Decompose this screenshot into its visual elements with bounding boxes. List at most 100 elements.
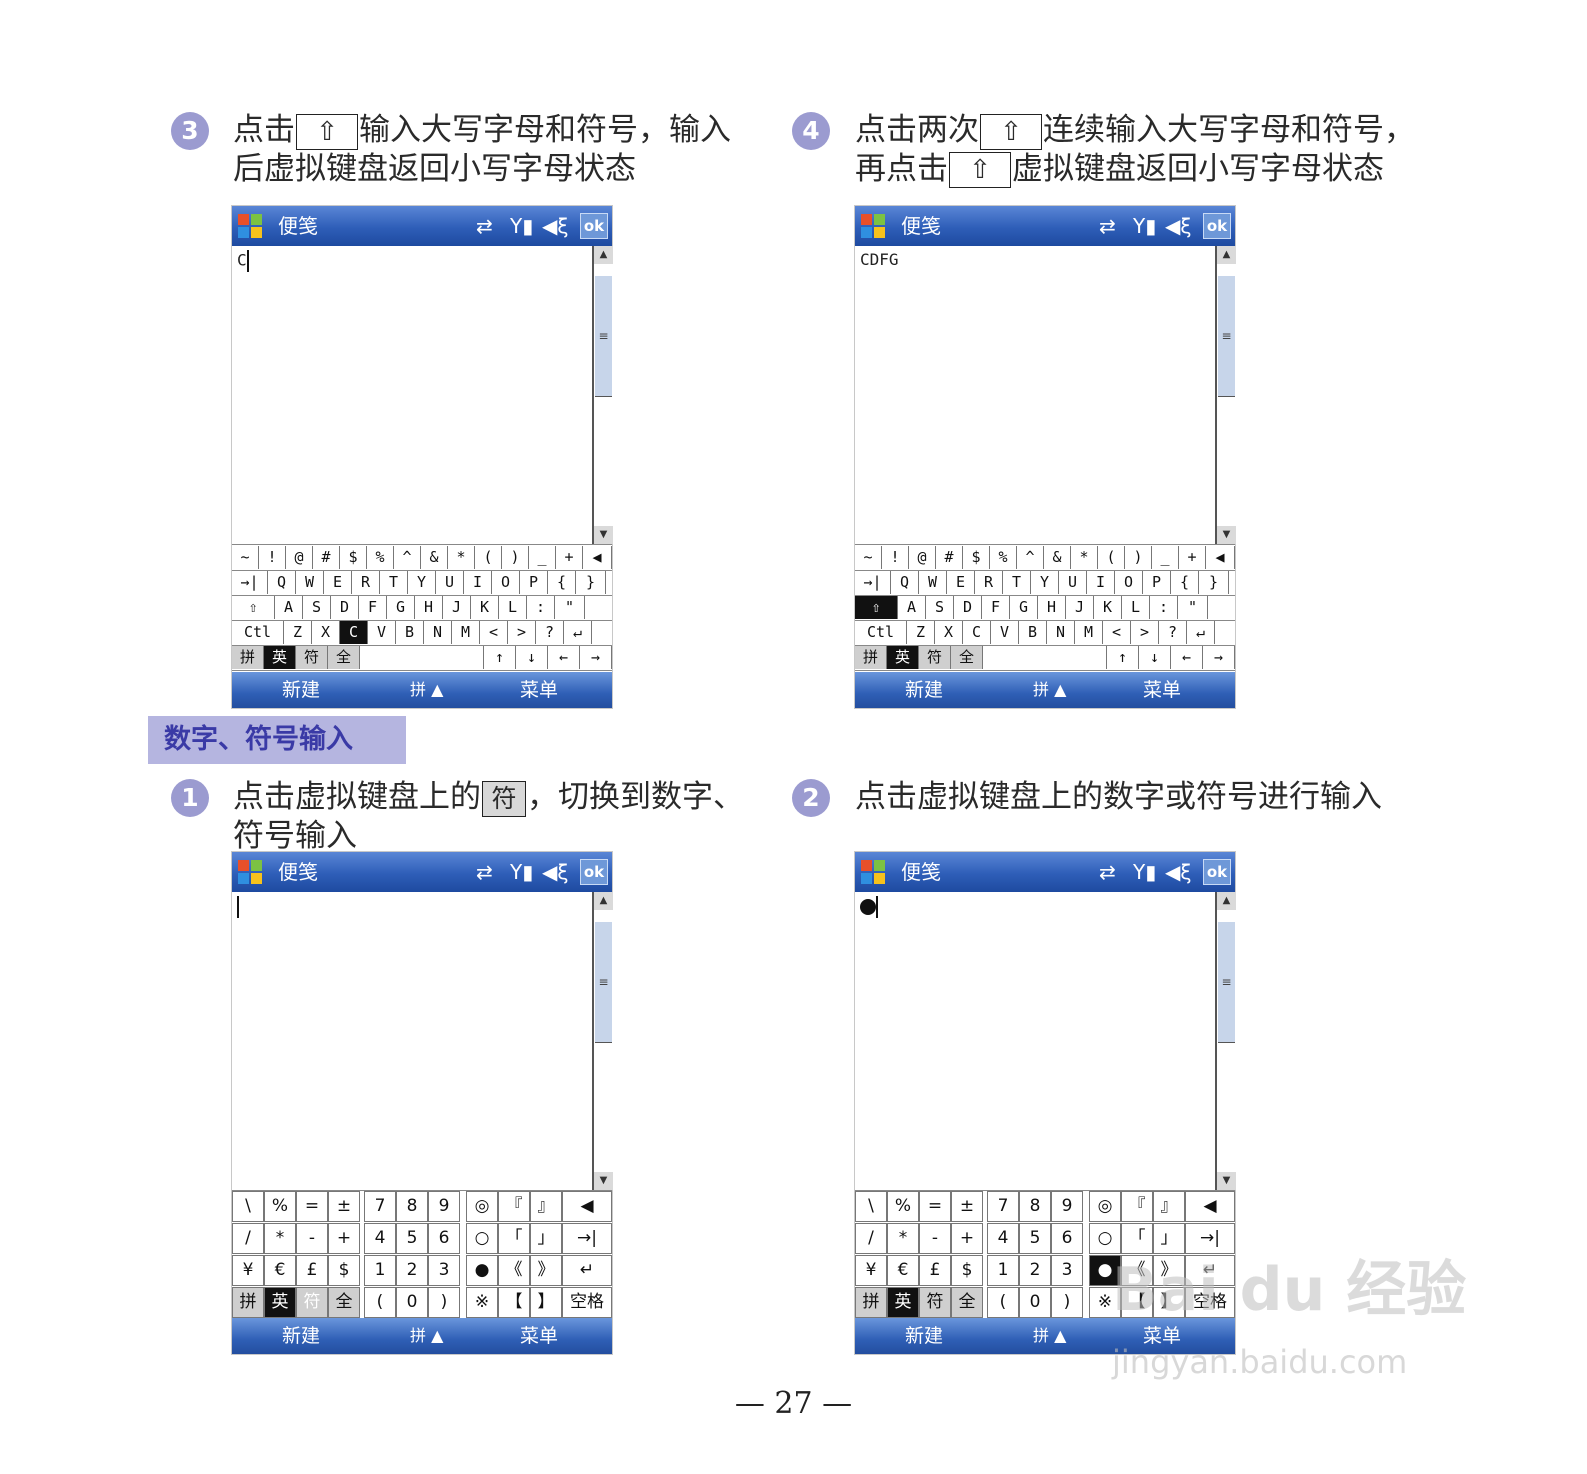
key[interactable]: ( <box>364 1287 396 1318</box>
key[interactable]: € <box>887 1255 919 1286</box>
key[interactable]: / <box>855 1223 887 1254</box>
scroll-up-icon[interactable]: ▲ <box>1217 246 1236 264</box>
key[interactable]: W <box>919 571 947 594</box>
key[interactable]: V <box>368 621 396 644</box>
windows-start-icon[interactable] <box>238 214 264 240</box>
key[interactable]: * <box>887 1223 919 1254</box>
key[interactable]: - <box>919 1223 951 1254</box>
windows-start-icon[interactable] <box>238 860 264 886</box>
key[interactable]: 8 <box>1019 1191 1051 1222</box>
key[interactable]: I <box>1087 571 1115 594</box>
vertical-scrollbar[interactable]: ▲ ≡ ▼ <box>1215 892 1236 1190</box>
key[interactable]: T <box>380 571 408 594</box>
key[interactable]: ◀ <box>1206 546 1235 569</box>
input-method-toggle[interactable]: 拼 ▲ <box>410 1318 443 1354</box>
vertical-scrollbar[interactable]: ▲ ≡ ▼ <box>592 892 613 1190</box>
key[interactable]: 符 <box>919 1287 951 1318</box>
key[interactable]: B <box>396 621 424 644</box>
key[interactable]: ◀ <box>583 546 612 569</box>
key[interactable]: £ <box>296 1255 328 1286</box>
key[interactable]: % <box>990 546 1017 569</box>
key[interactable]: 0 <box>1019 1287 1051 1318</box>
key[interactable]: J <box>1066 596 1094 619</box>
key[interactable]: 】 <box>530 1287 562 1318</box>
key[interactable]: £ <box>919 1255 951 1286</box>
text-edit-area[interactable]: C <box>232 246 592 544</box>
text-edit-area[interactable]: CDFG <box>855 246 1215 544</box>
key[interactable]: U <box>436 571 464 594</box>
key[interactable]: N <box>424 621 452 644</box>
key[interactable]: ← <box>1171 646 1203 669</box>
key[interactable]: > <box>1131 621 1159 644</box>
key[interactable]: Z <box>284 621 312 644</box>
key[interactable]: \ <box>232 1191 264 1222</box>
key[interactable]: → <box>580 646 612 669</box>
ok-button[interactable]: ok <box>1203 859 1231 885</box>
key[interactable]: ^ <box>1017 546 1044 569</box>
key[interactable]: 全 <box>328 1287 360 1318</box>
key[interactable]: 「 <box>1121 1223 1153 1254</box>
key[interactable]: 拼 <box>855 1287 887 1318</box>
ok-button[interactable]: ok <box>1203 213 1231 239</box>
key[interactable]: F <box>982 596 1010 619</box>
key[interactable]: ◎ <box>1089 1191 1121 1222</box>
key[interactable]: ^ <box>394 546 421 569</box>
key[interactable]: 拼 <box>232 1287 264 1318</box>
key[interactable]: ↓ <box>1139 646 1171 669</box>
key[interactable]: ~ <box>232 546 259 569</box>
key[interactable]: R <box>975 571 1003 594</box>
key[interactable]: $ <box>328 1255 360 1286</box>
sync-icon[interactable]: ⇄ <box>1099 860 1116 884</box>
key[interactable]: @ <box>286 546 313 569</box>
windows-start-icon[interactable] <box>861 214 887 240</box>
key[interactable]: S <box>926 596 954 619</box>
key[interactable]: P <box>1143 571 1171 594</box>
key[interactable]: 2 <box>396 1255 428 1286</box>
key[interactable]: * <box>1071 546 1098 569</box>
scroll-thumb[interactable]: ≡ <box>1218 276 1235 397</box>
scroll-up-icon[interactable]: ▲ <box>594 246 613 264</box>
key[interactable]: 全 <box>951 646 983 669</box>
key[interactable]: ± <box>951 1191 983 1222</box>
volume-icon[interactable]: ◀ξ <box>1165 214 1192 238</box>
scroll-down-icon[interactable]: ▼ <box>1217 526 1236 544</box>
softkey-menu[interactable]: 菜单 <box>520 672 558 708</box>
key[interactable]: 1 <box>987 1255 1019 1286</box>
key[interactable]: M <box>1075 621 1103 644</box>
key[interactable]: ⇧ <box>232 596 275 619</box>
key[interactable]: 」 <box>1153 1223 1185 1254</box>
key[interactable]: ◎ <box>466 1191 498 1222</box>
key[interactable]: 3 <box>428 1255 460 1286</box>
key[interactable]: ) <box>1051 1287 1083 1318</box>
key[interactable]: 拼 <box>855 646 887 669</box>
sync-icon[interactable]: ⇄ <box>476 214 493 238</box>
key[interactable]: 4 <box>987 1223 1019 1254</box>
key[interactable]: 「 <box>498 1223 530 1254</box>
key[interactable]: : <box>1150 596 1178 619</box>
key[interactable]: + <box>556 546 583 569</box>
key[interactable]: ? <box>536 621 564 644</box>
scroll-thumb[interactable]: ≡ <box>595 922 612 1043</box>
key[interactable]: 2 <box>1019 1255 1051 1286</box>
key[interactable]: 拼 <box>232 646 264 669</box>
key[interactable]: } <box>576 571 606 594</box>
key[interactable]: D <box>954 596 982 619</box>
scroll-up-icon[interactable]: ▲ <box>594 892 613 910</box>
key[interactable]: ○ <box>466 1223 498 1254</box>
sync-icon[interactable]: ⇄ <box>476 860 493 884</box>
key[interactable]: ( <box>987 1287 1019 1318</box>
key[interactable]: J <box>443 596 471 619</box>
key[interactable]: 0 <box>396 1287 428 1318</box>
key[interactable]: →| <box>1185 1223 1235 1254</box>
key[interactable]: $ <box>340 546 367 569</box>
softkey-new[interactable]: 新建 <box>905 672 943 708</box>
key[interactable]: A <box>898 596 926 619</box>
softkey-new[interactable]: 新建 <box>282 672 320 708</box>
vertical-scrollbar[interactable]: ▲ ≡ ▼ <box>592 246 613 544</box>
scroll-down-icon[interactable]: ▼ <box>594 1172 613 1190</box>
signal-icon[interactable]: Y▮ <box>510 860 533 884</box>
softkey-menu[interactable]: 菜单 <box>520 1318 558 1354</box>
key[interactable]: ↵ <box>1187 621 1215 644</box>
key[interactable]: 」 <box>530 1223 562 1254</box>
key[interactable]: 7 <box>987 1191 1019 1222</box>
